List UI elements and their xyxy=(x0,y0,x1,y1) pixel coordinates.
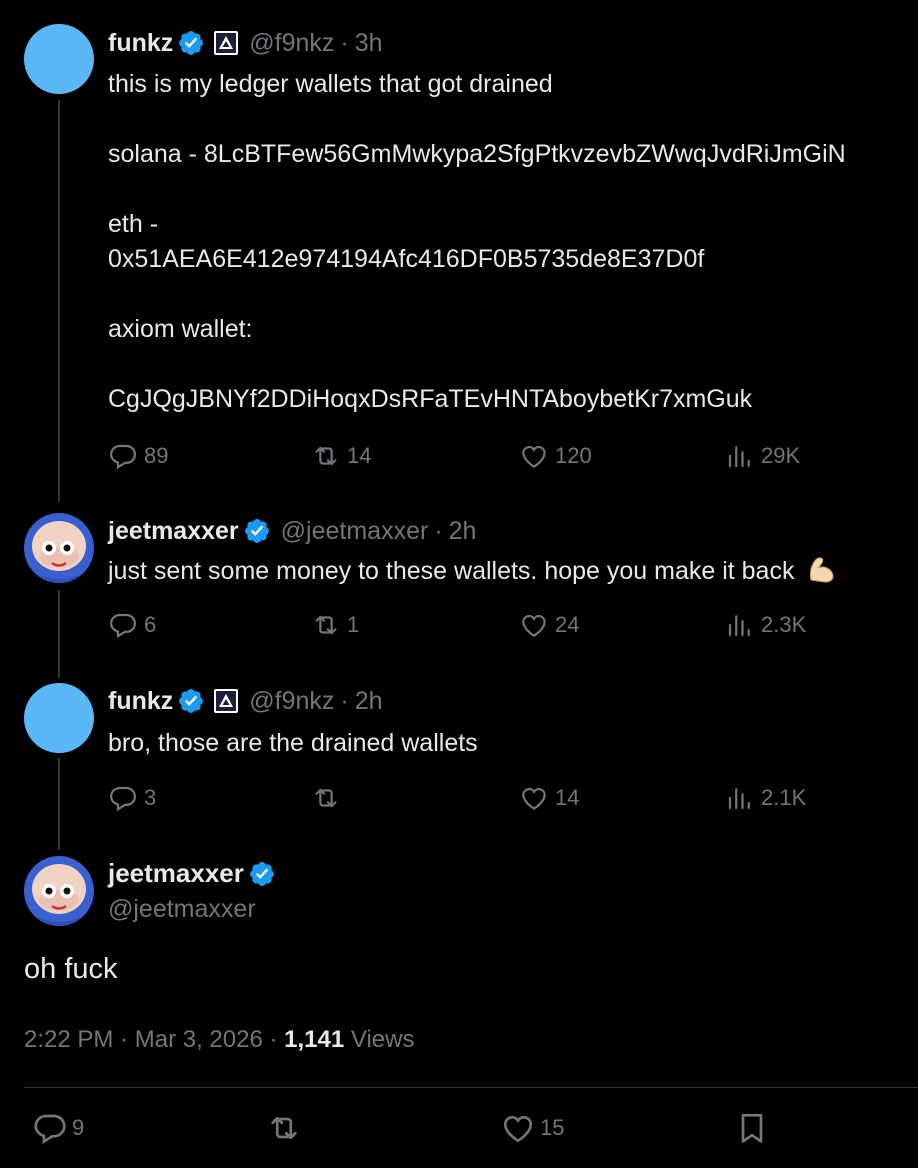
author-name[interactable]: jeetmaxxer xyxy=(108,516,239,546)
repost-button[interactable]: 14 xyxy=(311,441,371,471)
thread-line xyxy=(58,100,60,502)
tweet-time[interactable]: 2:22 PM xyxy=(24,1026,113,1053)
views-count: 29K xyxy=(761,443,801,468)
like-count: 120 xyxy=(555,443,592,468)
repost-icon xyxy=(315,615,337,635)
reply-count: 9 xyxy=(72,1115,85,1140)
tweet-text: bro, those are the drained wallets xyxy=(108,729,478,757)
tweet-meta: 2:22 PM · Mar 3, 2026 · 1,141 Views xyxy=(24,1026,414,1054)
like-button[interactable]: 15 xyxy=(500,1110,564,1146)
author-handle[interactable]: @jeetmaxxer xyxy=(281,516,429,546)
affiliation-badge-icon xyxy=(214,31,239,55)
analytics-icon xyxy=(728,446,750,468)
repost-icon xyxy=(271,1116,297,1140)
repost-count: 1 xyxy=(347,612,360,637)
tweet-header: funkz @f9nkz · 3h xyxy=(108,28,383,58)
main-author-name-row: jeetmaxxer xyxy=(108,858,276,889)
repost-icon xyxy=(315,788,337,808)
like-count: 15 xyxy=(540,1115,565,1140)
avatar[interactable] xyxy=(24,856,94,926)
tweet-text-container: just sent some money to these wallets. h… xyxy=(108,552,839,589)
views-label: Views xyxy=(350,1026,415,1053)
repost-count: 14 xyxy=(347,443,372,468)
reply-count: 3 xyxy=(144,785,157,810)
timestamp[interactable]: 2h xyxy=(355,686,383,716)
bookmark-button[interactable] xyxy=(734,1110,770,1146)
separator-dot: · xyxy=(120,1026,129,1053)
reply-button[interactable]: 9 xyxy=(32,1110,84,1146)
avatar[interactable] xyxy=(24,683,94,753)
author-handle[interactable]: @f9nkz xyxy=(249,28,334,58)
author-handle[interactable]: @f9nkz xyxy=(249,686,334,716)
reply-button[interactable]: 89 xyxy=(108,441,168,471)
heart-icon xyxy=(522,614,546,637)
views-button[interactable]: 2.1K xyxy=(725,783,806,813)
avatar[interactable] xyxy=(24,513,94,583)
author-name[interactable]: funkz xyxy=(108,28,173,58)
timestamp[interactable]: 3h xyxy=(355,28,383,58)
tweet-header: jeetmaxxer @jeetmaxxer · 2h xyxy=(108,516,476,546)
verified-badge-icon xyxy=(244,519,269,543)
repost-button[interactable] xyxy=(311,783,347,813)
author-handle[interactable]: @jeetmaxxer xyxy=(108,895,276,924)
tweet-date[interactable]: Mar 3, 2026 xyxy=(135,1026,263,1053)
flexed-biceps-icon xyxy=(810,557,834,583)
like-count: 14 xyxy=(555,785,580,810)
divider xyxy=(24,1087,918,1088)
thread-line xyxy=(58,590,60,678)
separator-dot: · xyxy=(340,29,349,57)
heart-icon xyxy=(503,1115,533,1143)
timestamp[interactable]: 2h xyxy=(449,516,477,546)
heart-icon xyxy=(522,445,546,468)
reply-button[interactable]: 3 xyxy=(108,783,156,813)
repost-button[interactable]: 1 xyxy=(311,610,359,640)
jeetmaxxer-avatar-icon xyxy=(24,856,94,926)
separator-dot: · xyxy=(434,517,443,545)
like-button[interactable]: 14 xyxy=(519,783,579,813)
avatar[interactable] xyxy=(24,24,94,94)
bookmark-icon xyxy=(741,1113,763,1143)
main-author: jeetmaxxer @jeetmaxxer xyxy=(108,858,276,924)
views-count: 2.3K xyxy=(761,612,807,637)
views-count: 1,141 xyxy=(284,1026,345,1053)
main-tweet-text: oh fuck xyxy=(24,953,118,985)
main-tweet-actions: 9 15 xyxy=(0,1110,918,1154)
repost-button[interactable] xyxy=(266,1110,302,1146)
repost-icon xyxy=(315,446,337,466)
reply-icon xyxy=(34,1114,66,1144)
thread-line xyxy=(58,758,60,850)
tweet-header: funkz @f9nkz · 2h xyxy=(108,686,383,716)
reply-button[interactable]: 6 xyxy=(108,610,156,640)
views-button[interactable]: 2.3K xyxy=(725,610,806,640)
tweet-actions: 3 14 2.1K xyxy=(108,783,828,815)
views-button[interactable]: 29K xyxy=(725,441,800,471)
tweet-text: this is my ledger wallets that got drain… xyxy=(108,70,846,413)
like-count: 24 xyxy=(555,612,580,637)
tweet-actions: 6 1 24 2.3K xyxy=(108,610,828,642)
analytics-icon xyxy=(728,615,750,637)
heart-icon xyxy=(522,787,546,810)
reply-icon xyxy=(109,786,137,812)
views-count: 2.1K xyxy=(761,785,807,810)
author-name[interactable]: jeetmaxxer xyxy=(108,858,244,889)
verified-badge-icon xyxy=(179,31,204,55)
like-button[interactable]: 120 xyxy=(519,441,592,471)
reply-icon xyxy=(109,444,137,470)
author-name[interactable]: funkz xyxy=(108,686,173,716)
tweet-actions: 89 14 120 29K xyxy=(108,441,828,473)
jeetmaxxer-avatar-icon xyxy=(24,513,94,583)
reply-count: 89 xyxy=(144,443,169,468)
verified-badge-icon xyxy=(179,689,204,713)
separator-dot: · xyxy=(340,687,349,715)
like-button[interactable]: 24 xyxy=(519,610,579,640)
verified-badge-icon xyxy=(249,861,274,886)
reply-icon xyxy=(109,613,137,639)
affiliation-badge-icon xyxy=(214,689,239,713)
tweet-text: just sent some money to these wallets. h… xyxy=(108,557,795,585)
analytics-icon xyxy=(728,788,750,810)
reply-count: 6 xyxy=(144,612,157,637)
separator-dot: · xyxy=(269,1026,278,1053)
